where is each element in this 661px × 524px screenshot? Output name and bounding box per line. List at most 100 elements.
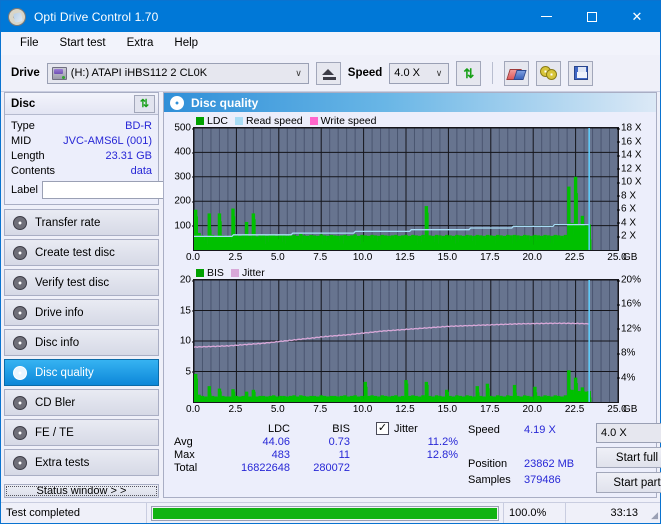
menu-item-file[interactable]: File <box>11 34 48 52</box>
sidebar-item-transfer-rate[interactable]: Transfer rate <box>4 209 159 236</box>
disc-mid-label: MID <box>11 135 31 147</box>
maximize-icon <box>587 12 597 22</box>
x-axis-tick: 15.0 <box>438 252 457 263</box>
jitter-checkbox[interactable]: ✓ <box>376 422 389 435</box>
legend-item-write-speed: Write speed <box>310 115 377 127</box>
disc-row-mid: MID JVC-AMS6L (001) <box>11 133 152 148</box>
eject-button[interactable] <box>316 62 341 85</box>
disc-icon <box>13 456 27 470</box>
row-label-avg: Avg <box>172 436 218 449</box>
sidebar-item-extra-tests[interactable]: Extra tests <box>4 449 159 476</box>
x-axis-tick: 2.5 <box>228 252 242 263</box>
progress-cell <box>147 503 504 523</box>
start-full-button[interactable]: Start full <box>596 447 661 468</box>
sidebar-item-disc-quality[interactable]: Disc quality <box>4 359 159 386</box>
sidebar-item-fe-te[interactable]: FE / TE <box>4 419 159 446</box>
legend-swatch-ldc <box>196 117 204 125</box>
sidebar-spacer <box>4 476 159 480</box>
disc-info-rows: Type BD-R MID JVC-AMS6L (001) Length 23.… <box>5 115 158 204</box>
maximize-button[interactable] <box>569 1 614 32</box>
jitter-checkbox-cell[interactable]: ✓ Jitter <box>376 422 458 435</box>
speed-select[interactable]: 4.0 X ∨ <box>389 63 449 84</box>
close-button[interactable]: ✕ <box>614 1 660 32</box>
page-title: Disc quality <box>191 96 258 110</box>
max-ldc-value: 483 <box>218 449 296 462</box>
disc-icon <box>13 216 27 230</box>
readout-position-label: Position <box>468 458 524 470</box>
y2-axis-tick: 16% <box>621 299 641 310</box>
sidebar-nav: Transfer rate Create test disc Verify te… <box>4 209 159 476</box>
drive-icon <box>52 67 67 80</box>
test-speed-select[interactable]: 4.0 X ∨ <box>596 423 661 443</box>
top-chart-legend: LDC Read speed Write speed <box>166 114 654 127</box>
refresh-button[interactable]: ⇅ <box>456 61 481 86</box>
menu-item-start-test[interactable]: Start test <box>51 34 115 52</box>
resize-grip-icon[interactable]: ◢ <box>646 503 660 523</box>
sidebar-item-verify-test-disc[interactable]: Verify test disc <box>4 269 159 296</box>
y-axis-tick: 15 <box>180 305 191 316</box>
sidebar-item-label: Extra tests <box>35 457 89 469</box>
top-xaxis: 0.02.55.07.510.012.515.017.520.022.525.0… <box>193 251 619 266</box>
app-window: Opti Drive Control 1.70 ✕ File Start tes… <box>0 0 661 524</box>
x-axis-tick: 7.5 <box>313 404 327 415</box>
x-axis-tick: 12.5 <box>395 404 414 415</box>
y2-axis-tick: 18 X <box>621 123 642 134</box>
status-message: Test completed <box>1 503 147 523</box>
y2-axis-tick: 14 X <box>621 150 642 161</box>
disc-type-value: BD-R <box>125 120 152 132</box>
readout-spacer <box>468 438 596 456</box>
x-axis-tick: 5.0 <box>271 252 285 263</box>
legend-label: Write speed <box>321 115 377 127</box>
status-window-button[interactable]: Status window > > <box>4 484 159 498</box>
toolbar-separator <box>492 62 493 84</box>
eject-icon <box>322 69 334 75</box>
main-panel: Disc quality LDC Read speed <box>163 92 657 498</box>
sidebar-item-cd-bler[interactable]: CD Bler <box>4 389 159 416</box>
menu-item-help[interactable]: Help <box>165 34 207 52</box>
x-axis-tick: 20.0 <box>522 404 541 415</box>
chevron-down-icon: ∨ <box>295 68 302 79</box>
x-axis-tick: 17.5 <box>480 404 499 415</box>
x-axis-tick: 0.0 <box>186 252 200 263</box>
disc-row-type: Type BD-R <box>11 118 152 133</box>
y-axis-tick: 300 <box>174 171 191 182</box>
disc-icon <box>13 366 27 380</box>
drive-select[interactable]: (H:) ATAPI iHBS112 2 CL0K ∨ <box>47 63 309 84</box>
disc-tools-button[interactable] <box>536 61 561 86</box>
save-button[interactable] <box>568 61 593 86</box>
speed-label: Speed <box>348 67 383 79</box>
disc-contents-value: data <box>131 165 152 177</box>
sidebar-item-label: FE / TE <box>35 427 74 439</box>
erase-button[interactable] <box>504 61 529 86</box>
bottom-chart-legend: BIS Jitter <box>166 266 654 279</box>
legend-label: Read speed <box>246 115 303 127</box>
y2-axis-tick: 16 X <box>621 136 642 147</box>
x-axis-tick: 5.0 <box>271 404 285 415</box>
legend-swatch-jitter <box>231 269 239 277</box>
eraser-icon <box>508 67 525 79</box>
disc-icon <box>13 396 27 410</box>
x-axis-tick: 22.5 <box>565 252 584 263</box>
minimize-icon <box>541 16 552 17</box>
top-plot-row: 100200300400500 2 X4 X6 X8 X10 X12 X14 X… <box>166 127 654 251</box>
disc-refresh-button[interactable]: ⇅ <box>134 95 155 113</box>
sidebar-item-disc-info[interactable]: Disc info <box>4 329 159 356</box>
y2-axis-tick: 20% <box>621 275 641 286</box>
plot-canvas <box>194 128 618 250</box>
app-disc-icon <box>8 8 26 26</box>
drive-label: Drive <box>11 67 40 79</box>
sidebar-item-create-test-disc[interactable]: Create test disc <box>4 239 159 266</box>
stats-corner <box>172 422 218 436</box>
readout-area: Speed 4.19 X Position 23862 MB Samples 3… <box>464 422 661 497</box>
menu-item-extra[interactable]: Extra <box>118 34 163 52</box>
start-part-button[interactable]: Start part <box>596 472 661 493</box>
legend-label: LDC <box>207 115 228 127</box>
minimize-button[interactable] <box>524 1 569 32</box>
sidebar-item-label: CD Bler <box>35 397 75 409</box>
progress-percent: 100.0% <box>504 503 566 523</box>
readout-position-row: Position 23862 MB <box>468 456 596 472</box>
disc-panel: Disc ⇅ Type BD-R MID JVC-AMS6L (001) Len… <box>4 92 159 205</box>
disc-icon <box>13 276 27 290</box>
refresh-icon: ⇅ <box>463 67 474 80</box>
sidebar-item-drive-info[interactable]: Drive info <box>4 299 159 326</box>
